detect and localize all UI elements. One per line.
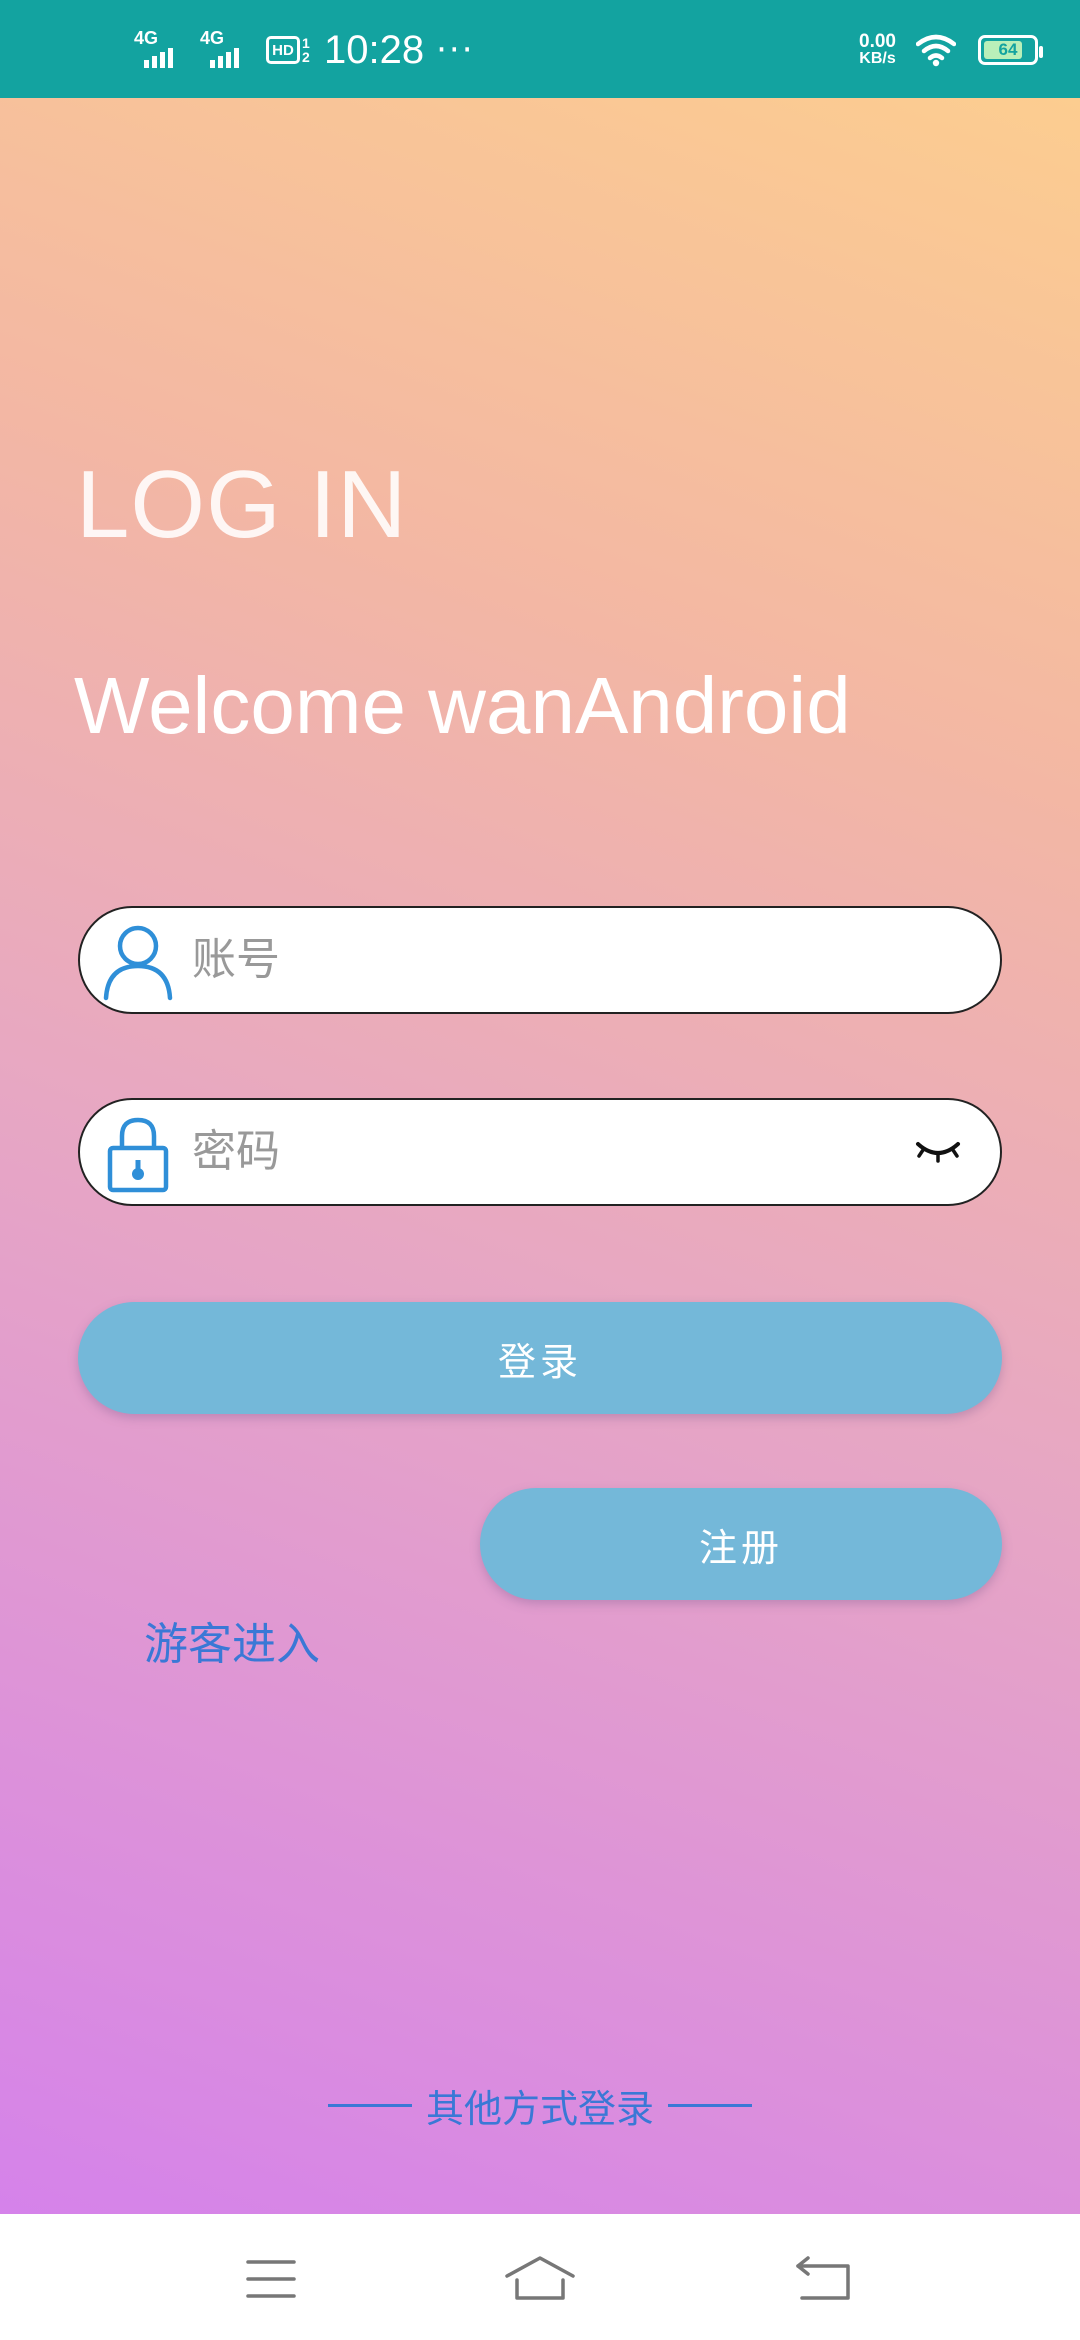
back-icon[interactable] — [790, 2254, 860, 2304]
eye-closed-icon[interactable] — [914, 1136, 962, 1166]
login-button[interactable]: 登录 — [78, 1302, 1002, 1414]
wifi-icon — [916, 34, 956, 67]
divider-right — [668, 2104, 752, 2107]
user-icon — [103, 925, 173, 1001]
login-screen: LOG IN Welcome wanAndroid 账号 密码 登录 游客进入 … — [0, 98, 1080, 2214]
network-speed-unit: KB/s — [859, 50, 896, 67]
network-type-2: 4G — [200, 28, 225, 48]
navigation-bar — [0, 2214, 1080, 2340]
network-speed: 0.00 KB/s — [859, 31, 896, 67]
network-type-1: 4G — [134, 28, 159, 48]
welcome-text: Welcome wanAndroid — [74, 661, 851, 750]
password-input[interactable]: 密码 — [192, 1100, 280, 1204]
lock-icon — [107, 1117, 169, 1193]
network-speed-value: 0.00 — [859, 31, 896, 52]
battery-level: 64 — [998, 40, 1018, 59]
guest-login-link[interactable]: 游客进入 — [144, 1608, 320, 1672]
hd-sub-label: 1 2 — [302, 35, 310, 65]
status-bar: 4G 4G HD 1 2 10:28 ··· 0.00 KB/s 64 — [0, 0, 1080, 98]
status-bar-left: 4G 4G HD 1 2 10:28 ··· — [134, 22, 475, 78]
menu-icon[interactable] — [236, 2254, 306, 2304]
hd-icon: HD — [266, 36, 300, 64]
other-login-label[interactable]: 其他方式登录 — [426, 2078, 654, 2133]
page-title: LOG IN — [76, 451, 408, 558]
account-field[interactable]: 账号 — [78, 906, 1002, 1014]
status-time: 10:28 — [324, 27, 425, 72]
account-input[interactable]: 账号 — [192, 908, 280, 1012]
password-field[interactable]: 密码 — [78, 1098, 1002, 1206]
signal-icon-2: 4G — [200, 28, 258, 70]
other-login-methods[interactable]: 其他方式登录 — [0, 2078, 1080, 2133]
status-bar-right: 0.00 KB/s 64 — [859, 30, 1043, 70]
home-icon[interactable] — [505, 2254, 575, 2304]
register-button[interactable]: 注册 — [480, 1488, 1002, 1600]
signal-icon: 4G — [134, 28, 192, 70]
divider-left — [327, 2104, 412, 2107]
battery-icon: 64 — [978, 35, 1043, 65]
more-notifications-icon: ··· — [436, 30, 475, 70]
